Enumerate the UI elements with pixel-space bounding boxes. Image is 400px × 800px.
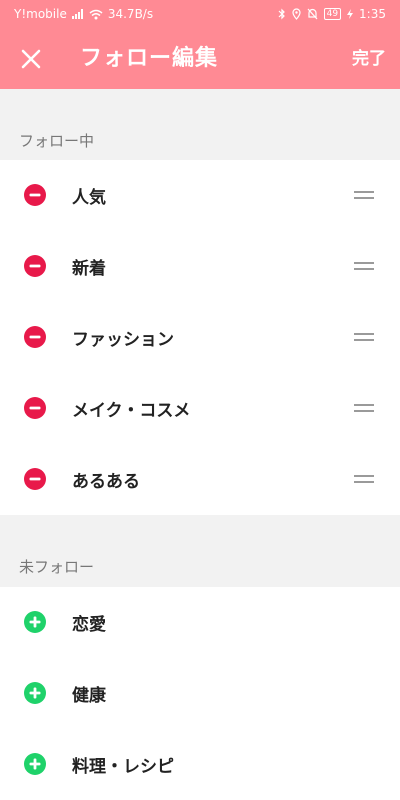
mute-bell-icon (307, 8, 318, 20)
drag-handle-icon[interactable] (354, 404, 374, 414)
section-heading-following: フォロー中 (19, 132, 95, 150)
status-left: Y!mobile 34.7B/s (14, 7, 153, 21)
minus-circle-icon[interactable] (24, 326, 46, 348)
status-right: 49 1:35 (278, 7, 386, 21)
plus-circle-icon[interactable] (24, 682, 46, 704)
battery-level: 49 (323, 8, 342, 20)
close-icon (21, 49, 41, 69)
list-item: 料理・レシピ (0, 729, 400, 800)
close-button[interactable] (14, 42, 48, 76)
list-item-label: ファッション (72, 330, 174, 350)
list-item: 新着 (0, 231, 400, 302)
list-item: 恋愛 (0, 587, 400, 658)
list-item-label: 恋愛 (72, 615, 106, 635)
list-item-label: 健康 (72, 686, 106, 706)
drag-handle-icon[interactable] (354, 333, 374, 343)
location-icon (291, 8, 301, 20)
following-list: 人気 新着 ファッション メイク・コスメ あるある (0, 160, 400, 515)
section-heading-not-following: 未フォロー (19, 558, 95, 576)
drag-handle-icon[interactable] (354, 191, 374, 201)
status-bar: Y!mobile 34.7B/s 49 1:35 (0, 0, 400, 28)
list-item: あるある (0, 444, 400, 515)
plus-circle-icon[interactable] (24, 753, 46, 775)
list-item-label: 人気 (72, 188, 106, 208)
network-speed: 34.7B/s (107, 7, 154, 21)
not-following-list: 恋愛 健康 料理・レシピ (0, 587, 400, 800)
list-item: ファッション (0, 302, 400, 373)
done-button[interactable]: 完了 (352, 42, 386, 76)
list-item-label: あるある (72, 472, 140, 492)
list-item: 健康 (0, 658, 400, 729)
list-item: メイク・コスメ (0, 373, 400, 444)
app-screen: Y!mobile 34.7B/s 49 1:35 フォロー編集 完了 フォロー中… (0, 0, 400, 800)
list-item-label: 料理・レシピ (72, 757, 174, 777)
list-item: 人気 (0, 160, 400, 231)
bluetooth-icon (278, 8, 286, 20)
carrier-label: Y!mobile (14, 7, 67, 21)
header-bar: フォロー編集 完了 (0, 28, 400, 89)
list-item-label: メイク・コスメ (72, 401, 191, 421)
minus-circle-icon[interactable] (24, 255, 46, 277)
plus-circle-icon[interactable] (24, 611, 46, 633)
charging-icon (347, 9, 354, 19)
drag-handle-icon[interactable] (354, 475, 374, 485)
clock: 1:35 (359, 7, 386, 21)
list-item-label: 新着 (72, 259, 106, 279)
minus-circle-icon[interactable] (24, 397, 46, 419)
minus-circle-icon[interactable] (24, 468, 46, 490)
signal-icon (71, 9, 84, 19)
minus-circle-icon[interactable] (24, 184, 46, 206)
wifi-icon (89, 9, 103, 20)
page-title: フォロー編集 (80, 46, 219, 71)
drag-handle-icon[interactable] (354, 262, 374, 272)
